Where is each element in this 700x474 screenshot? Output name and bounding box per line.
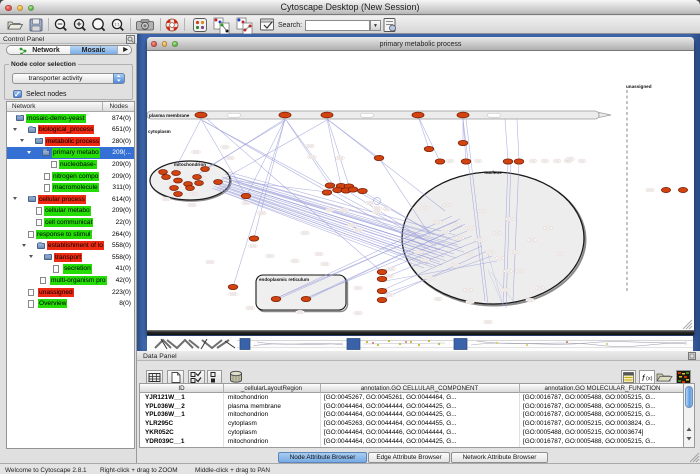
svg-text:endoplasmic reticulum: endoplasmic reticulum [259, 277, 309, 282]
svg-text:(x): (x) [646, 376, 653, 382]
svg-text:plasma membrane: plasma membrane [149, 113, 190, 118]
svg-text:unassigned: unassigned [626, 84, 652, 89]
svg-text:1:1: 1:1 [115, 23, 120, 27]
svg-text:cytoplasm: cytoplasm [148, 129, 171, 134]
svg-text:nucleus: nucleus [484, 170, 502, 175]
